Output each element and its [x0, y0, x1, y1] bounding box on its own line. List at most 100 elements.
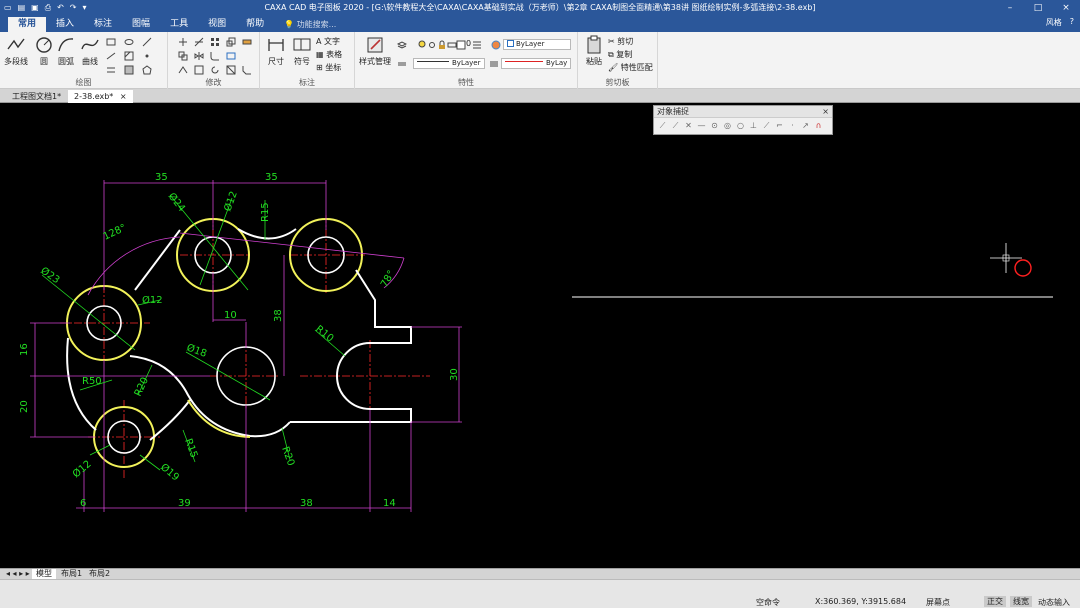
drawing-canvas[interactable]: 35 35 Ø24 Ø12 R15 128° Ø23 Ø12 78° 10 38… [0, 103, 1080, 568]
lineweight-toggle[interactable]: 线宽 [1010, 596, 1032, 607]
polygon-icon[interactable] [142, 65, 152, 75]
point-icon[interactable] [142, 51, 152, 61]
circle-button[interactable]: 圆 [34, 35, 54, 67]
qat-dropdown-icon[interactable]: ▾ [83, 3, 87, 13]
array-icon[interactable] [210, 37, 220, 47]
dimension-button[interactable]: 尺寸 [266, 35, 286, 67]
copy-button[interactable]: ⧉ 复制 [608, 49, 632, 60]
center-snap-icon[interactable]: ⊙ [710, 121, 719, 131]
scale-icon[interactable] [226, 37, 236, 47]
minimize-button[interactable]: – [996, 0, 1024, 15]
tab-insert[interactable]: 插入 [46, 17, 84, 32]
sun-icon[interactable] [427, 40, 437, 50]
open-file-icon[interactable]: ▤ [18, 3, 26, 13]
eraser-icon[interactable] [242, 37, 252, 47]
arc-button[interactable]: 圆弧 [56, 35, 76, 67]
layer-dropdown[interactable]: ByLayer [503, 39, 571, 50]
save-icon[interactable]: ▣ [31, 3, 39, 13]
style-manager-button[interactable]: 样式管理 [359, 35, 391, 67]
color-dropdown[interactable]: ByLay [501, 58, 571, 69]
lock-icon[interactable] [437, 40, 447, 50]
tab-view[interactable]: 视图 [198, 17, 236, 32]
parallel-line-icon[interactable] [106, 65, 116, 75]
linetype-dropdown[interactable]: ByLayer [413, 58, 485, 69]
text-button[interactable]: A 文字 [316, 36, 340, 47]
tab-layout2[interactable]: 布局2 [85, 569, 114, 579]
paste-button[interactable]: 粘贴 [584, 35, 604, 67]
dynamic-input-toggle[interactable]: 动态输入 [1038, 597, 1070, 608]
linetype-equals-icon[interactable] [397, 59, 407, 69]
close-button[interactable]: × [1052, 0, 1080, 15]
rectangle-icon[interactable] [106, 37, 116, 47]
tab-model[interactable]: 模型 [32, 569, 56, 579]
curve-button[interactable]: 曲线 [80, 35, 100, 67]
lineweight-icon[interactable] [489, 59, 499, 69]
layer-icon[interactable] [397, 40, 407, 50]
break-icon[interactable] [194, 65, 204, 75]
color-wheel-icon[interactable] [491, 40, 501, 50]
midpoint-snap-icon[interactable]: ⟋ [671, 121, 680, 131]
tab-sheet[interactable]: 图幅 [122, 17, 160, 32]
ellipse-icon[interactable] [124, 37, 134, 47]
offset-icon[interactable] [178, 65, 188, 75]
layout-nav-arrows[interactable]: ◂ ◂ ▸ ▸ [2, 569, 34, 579]
tab-annotate[interactable]: 标注 [84, 17, 122, 32]
line-icon[interactable] [106, 51, 116, 61]
dim-angle-78: 78° [379, 269, 397, 290]
tab-common[interactable]: 常用 [8, 17, 47, 32]
rotate-icon[interactable] [210, 65, 220, 75]
print-icon[interactable]: ⎙ [45, 3, 51, 13]
chamfer-icon[interactable] [242, 65, 252, 75]
perpendicular-snap-icon[interactable]: ⊥ [749, 121, 758, 131]
undo-icon[interactable]: ↶ [57, 3, 64, 13]
hole-circles [86, 236, 345, 454]
block-icon[interactable] [124, 65, 134, 75]
match-properties-button[interactable]: 🖌 特性匹配 [608, 62, 653, 73]
quadrant-snap-icon[interactable]: ◎ [723, 121, 732, 131]
bulb-icon[interactable] [417, 40, 427, 50]
endpoint-snap-icon[interactable]: ⟋ [658, 121, 667, 131]
cut-button[interactable]: ✂ 剪切 [608, 36, 633, 47]
redo-icon[interactable]: ↷ [70, 3, 77, 13]
extension-snap-icon[interactable]: — [697, 121, 706, 131]
doc-tab-2[interactable]: 2-38.exb* × [68, 90, 133, 103]
symbol-button[interactable]: 符号 [292, 35, 312, 67]
explode-icon[interactable] [226, 65, 236, 75]
tangent-snap-icon[interactable]: ○ [736, 121, 745, 131]
tab-help[interactable]: 帮助 [236, 17, 274, 32]
ortho-toggle[interactable]: 正交 [984, 596, 1006, 607]
intersection-snap-icon[interactable]: ✕ [684, 121, 693, 131]
brush-icon: 🖌 [608, 63, 621, 72]
parallel-snap-icon[interactable]: ↗ [801, 121, 810, 131]
doc-tab-1[interactable]: 工程图文档1* [6, 90, 67, 103]
polyline-button[interactable]: 多段线 [4, 35, 28, 67]
snap-mode-button[interactable]: 屏幕点 [926, 597, 950, 608]
insertion-snap-icon[interactable]: ⌐ [775, 121, 784, 131]
stretch-icon[interactable] [226, 51, 236, 61]
snap-close-icon[interactable]: × [822, 106, 829, 118]
snap-panel-title[interactable]: 对象捕捉 × [654, 106, 832, 118]
new-file-icon[interactable]: ▭ [4, 3, 12, 13]
copy-select-icon[interactable] [178, 51, 188, 61]
coordinate-button[interactable]: ⊞ 坐标 [316, 62, 341, 73]
table-button[interactable]: ▦ 表格 [316, 49, 342, 60]
maximize-button[interactable]: □ [1024, 0, 1052, 15]
mirror-icon[interactable] [194, 51, 204, 61]
hatch-icon[interactable] [124, 51, 134, 61]
feature-search-input[interactable]: 💡 功能搜索... [274, 17, 336, 32]
layer-list-icon[interactable] [472, 40, 482, 50]
layer-number[interactable]: 0 [466, 39, 471, 48]
centerline-icon[interactable] [142, 37, 152, 47]
tab-layout1[interactable]: 布局1 [57, 569, 86, 579]
move-icon[interactable] [178, 37, 188, 47]
help-icon[interactable]: ? [1070, 17, 1074, 28]
magnet-snap-icon[interactable]: ∩ [814, 121, 823, 131]
tab-tools[interactable]: 工具 [160, 17, 198, 32]
color-square-icon[interactable] [456, 40, 466, 50]
fillet-icon[interactable] [210, 51, 220, 61]
node-snap-icon[interactable]: · [788, 121, 797, 131]
nearest-snap-icon[interactable]: ⟋ [762, 121, 771, 131]
style-menu[interactable]: 风格 [1046, 17, 1062, 28]
close-tab-icon[interactable]: × [120, 92, 127, 101]
trim-icon[interactable] [194, 37, 204, 47]
